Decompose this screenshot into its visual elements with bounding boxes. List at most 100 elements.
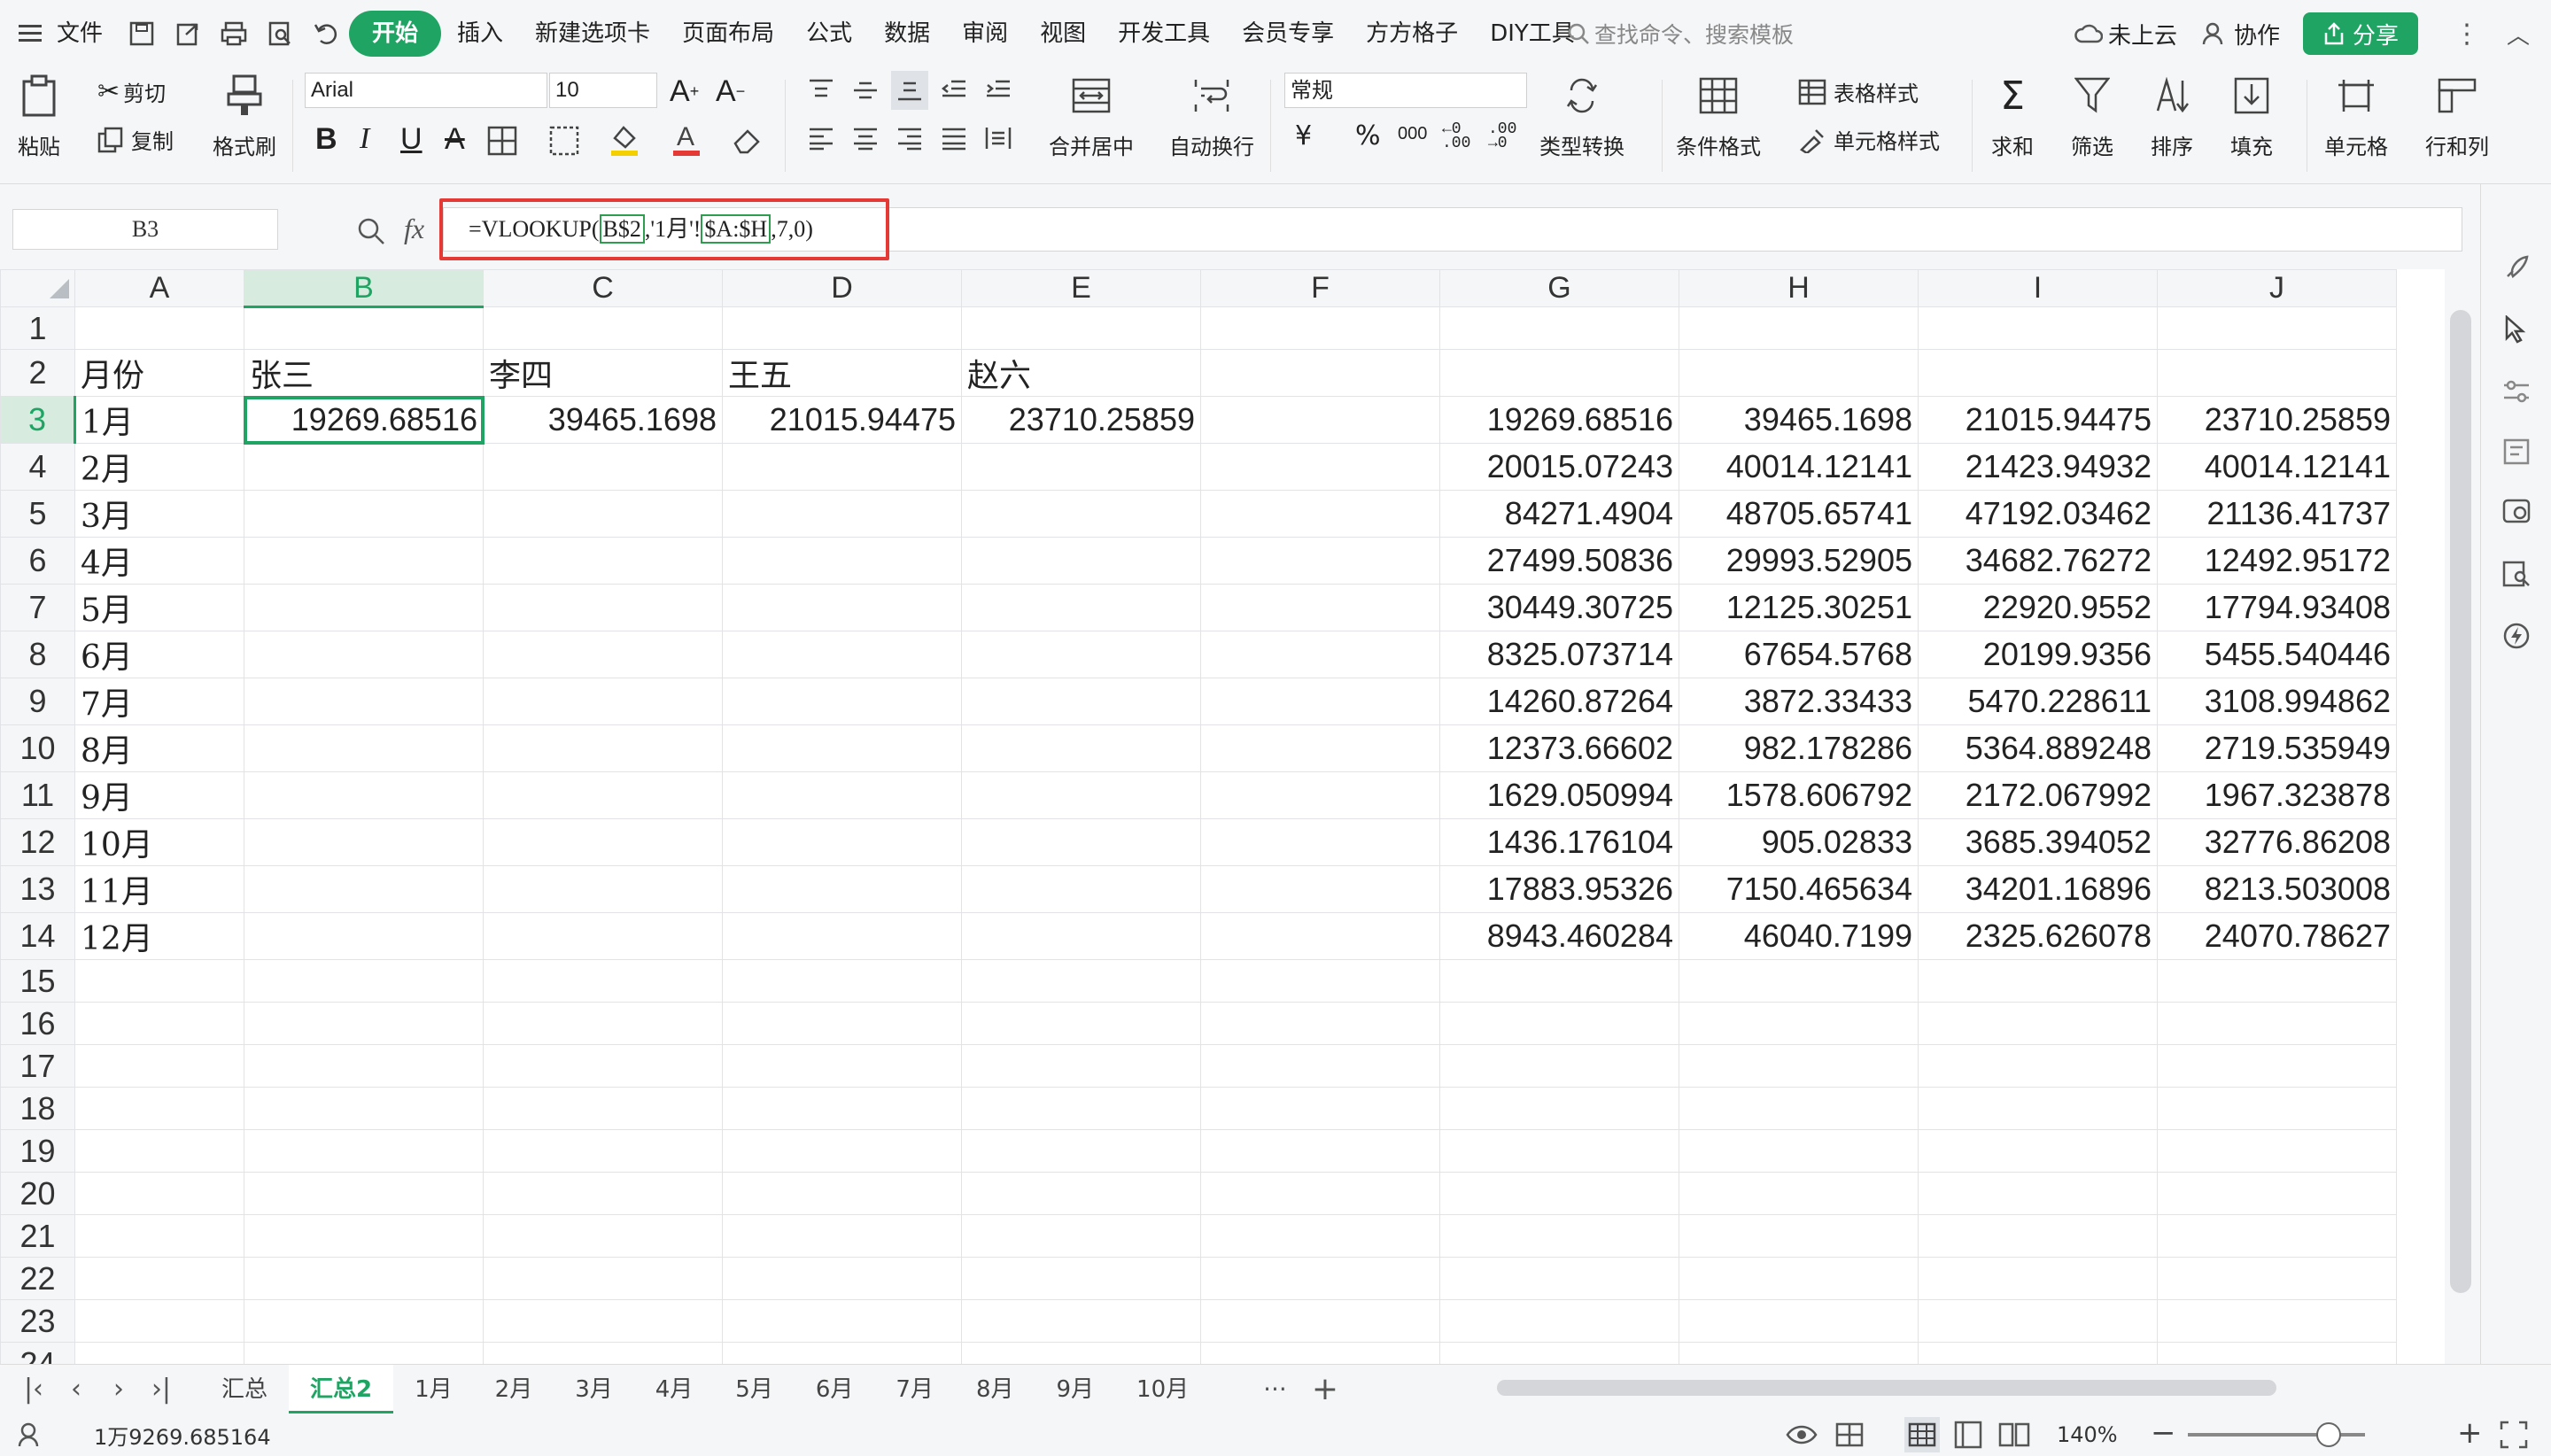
cell-d10[interactable]: [722, 724, 962, 772]
cell-i16[interactable]: [1918, 1002, 2158, 1045]
cell-g23[interactable]: [1439, 1299, 1679, 1343]
column-header-g[interactable]: G: [1439, 269, 1679, 307]
column-header-h[interactable]: H: [1679, 269, 1919, 307]
menu-tab-5[interactable]: 数据: [868, 11, 946, 57]
cell-e3[interactable]: 23710.25859: [961, 396, 1201, 444]
cell-j4[interactable]: 40014.12141: [2157, 443, 2397, 491]
cell-b2[interactable]: 张三: [244, 349, 484, 397]
zoom-fx-icon[interactable]: [356, 216, 386, 246]
fill-color-icon[interactable]: [609, 122, 640, 156]
column-header-e[interactable]: E: [961, 269, 1201, 307]
cell-b6[interactable]: [244, 537, 484, 585]
cell-a1[interactable]: [74, 306, 244, 350]
cell-e22[interactable]: [961, 1257, 1201, 1300]
collapse-ribbon-icon[interactable]: ︿: [2507, 18, 2530, 50]
row-header[interactable]: 24: [0, 1342, 75, 1364]
cell-e17[interactable]: [961, 1044, 1201, 1088]
save-icon[interactable]: [128, 19, 156, 48]
indent-increase-icon[interactable]: [985, 78, 1012, 103]
column-header-c[interactable]: C: [483, 269, 723, 307]
cell-e21[interactable]: [961, 1214, 1201, 1258]
cell-h13[interactable]: 7150.465634: [1679, 865, 1919, 913]
cell-j15[interactable]: [2157, 959, 2397, 1003]
cell-i12[interactable]: 3685.394052: [1918, 818, 2158, 866]
menu-tab-3[interactable]: 页面布局: [666, 11, 790, 57]
cell-g24[interactable]: [1439, 1342, 1679, 1364]
cell-d23[interactable]: [722, 1299, 962, 1343]
cell-b1[interactable]: [244, 306, 484, 350]
print-preview-icon[interactable]: [266, 19, 294, 48]
cell-b16[interactable]: [244, 1002, 484, 1045]
cell-g14[interactable]: 8943.460284: [1439, 912, 1679, 960]
vertical-scroll-thumb[interactable]: [2450, 310, 2471, 1293]
cell-c17[interactable]: [483, 1044, 723, 1088]
cell-d4[interactable]: [722, 443, 962, 491]
cell-h23[interactable]: [1679, 1299, 1919, 1343]
cell-f10[interactable]: [1200, 724, 1440, 772]
align-top-icon[interactable]: [808, 78, 834, 103]
cell-b17[interactable]: [244, 1044, 484, 1088]
font-grow-button[interactable]: A +: [670, 74, 699, 109]
cell-i17[interactable]: [1918, 1044, 2158, 1088]
column-header-i[interactable]: I: [1918, 269, 2158, 307]
sheet-grid[interactable]: ABCDEFGHIJ 1 2 月份 张三 李四 王五 赵六 3 1月 19269.68516 394…: [0, 269, 2445, 1364]
cell-a22[interactable]: [74, 1257, 244, 1300]
cell-h15[interactable]: [1679, 959, 1919, 1003]
row-header[interactable]: 8: [0, 631, 75, 678]
cell-b18[interactable]: [244, 1087, 484, 1130]
cell-b9[interactable]: [244, 678, 484, 725]
cell-c12[interactable]: [483, 818, 723, 866]
indent-decrease-icon[interactable]: [941, 78, 967, 103]
cell-h22[interactable]: [1679, 1257, 1919, 1300]
cell-g5[interactable]: 84271.4904: [1439, 490, 1679, 538]
cell-a9[interactable]: 7月: [74, 678, 244, 725]
cell-a2[interactable]: 月份: [74, 349, 244, 397]
table-style-button[interactable]: 表格样式: [1798, 76, 1919, 107]
cell-j19[interactable]: [2157, 1129, 2397, 1173]
cell-h5[interactable]: 48705.65741: [1679, 490, 1919, 538]
cell-a18[interactable]: [74, 1087, 244, 1130]
cell-j7[interactable]: 17794.93408: [2157, 584, 2397, 631]
cell-b11[interactable]: [244, 771, 484, 819]
cell-d22[interactable]: [722, 1257, 962, 1300]
sheet-tab[interactable]: 6月: [795, 1365, 875, 1414]
cell-j10[interactable]: 2719.535949: [2157, 724, 2397, 772]
filter-button[interactable]: 筛选: [2071, 73, 2113, 160]
cell-j17[interactable]: [2157, 1044, 2397, 1088]
cell-c10[interactable]: [483, 724, 723, 772]
cell-c24[interactable]: [483, 1342, 723, 1364]
cell-a12[interactable]: 10月: [74, 818, 244, 866]
align-left-icon[interactable]: [808, 126, 834, 151]
cell-g21[interactable]: [1439, 1214, 1679, 1258]
next-sheet-icon[interactable]: ›: [97, 1374, 140, 1405]
cell-e12[interactable]: [961, 818, 1201, 866]
row-header[interactable]: 10: [0, 724, 75, 772]
cell-j9[interactable]: 3108.994862: [2157, 678, 2397, 725]
cell-h3[interactable]: 39465.1698: [1679, 396, 1919, 444]
cell-i22[interactable]: [1918, 1257, 2158, 1300]
more-sheets-icon[interactable]: ···: [1263, 1375, 1287, 1404]
collab-button[interactable]: 协作: [2234, 18, 2280, 50]
cell-h20[interactable]: [1679, 1172, 1919, 1215]
cell-a6[interactable]: 4月: [74, 537, 244, 585]
cell-j1[interactable]: [2157, 306, 2397, 350]
cell-g18[interactable]: [1439, 1087, 1679, 1130]
cell-a10[interactable]: 8月: [74, 724, 244, 772]
menu-tab-2[interactable]: 新建选项卡: [519, 11, 666, 57]
cell-a16[interactable]: [74, 1002, 244, 1045]
cell-g8[interactable]: 8325.073714: [1439, 631, 1679, 678]
merge-center-button[interactable]: 合并居中: [1049, 73, 1134, 160]
cell-d15[interactable]: [722, 959, 962, 1003]
fx-button[interactable]: fx: [404, 213, 424, 245]
cursor-icon[interactable]: [2499, 312, 2534, 347]
rocket-icon[interactable]: [2499, 250, 2534, 285]
cell-d6[interactable]: [722, 537, 962, 585]
cell-style-button[interactable]: 单元格样式: [1798, 124, 1940, 155]
sliders-icon[interactable]: [2499, 374, 2534, 409]
first-sheet-icon[interactable]: |‹: [12, 1374, 55, 1405]
sort-button[interactable]: 排序: [2151, 73, 2193, 160]
type-convert-button[interactable]: 类型转换: [1539, 73, 1624, 160]
cell-a5[interactable]: 3月: [74, 490, 244, 538]
row-header[interactable]: 16: [0, 1002, 75, 1045]
name-box[interactable]: B3: [12, 209, 278, 250]
